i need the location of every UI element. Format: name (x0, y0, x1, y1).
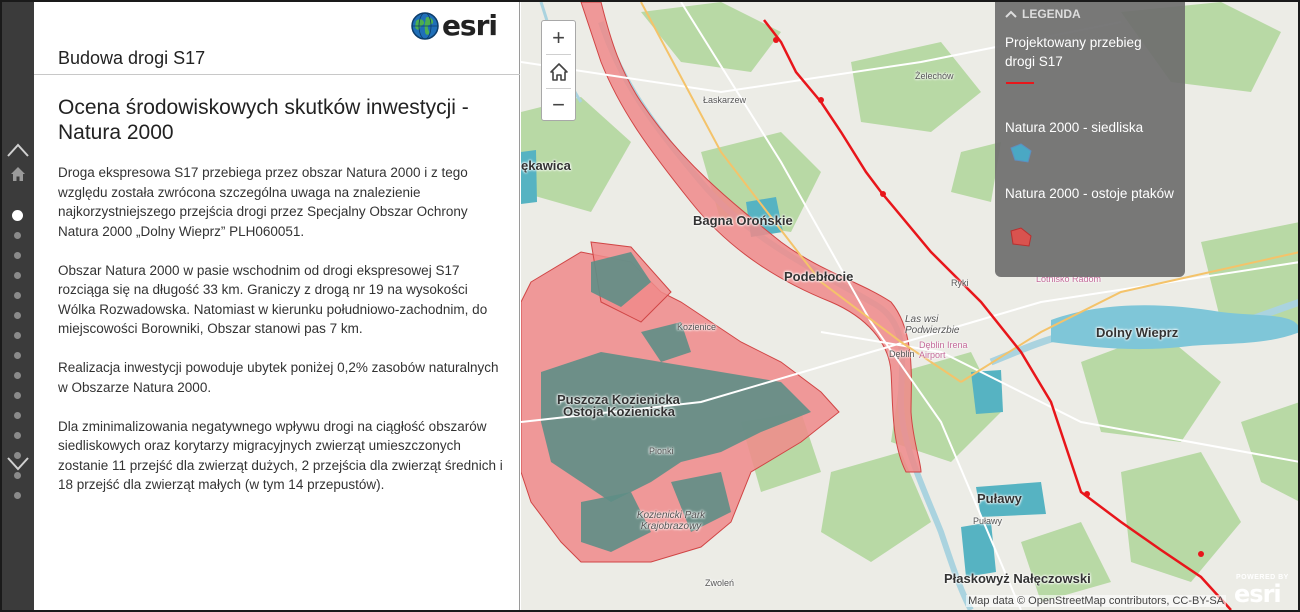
label-podeblocie: Podebłocie (784, 269, 854, 284)
zoom-in-button[interactable]: + (542, 21, 575, 54)
label-dolny-wieprz: Dolny Wieprz (1096, 325, 1179, 340)
legend-item-habitat: Natura 2000 - siedliska (1005, 120, 1144, 135)
label-pulawy-town: Puławy (973, 516, 1003, 526)
legend-habitat-swatch (1010, 143, 1032, 163)
section-dot-7[interactable] (14, 332, 21, 339)
story-map-frame: esri Budowa drogi S17 Ocena środowiskowy… (0, 0, 1300, 612)
section-heading: Ocena środowiskowych skutków inwestycji … (58, 96, 469, 144)
section-dot-12[interactable] (14, 432, 21, 439)
esri-logo[interactable]: esri (411, 9, 498, 42)
legend-route-swatch (1006, 82, 1034, 84)
section-dot-3[interactable] (14, 252, 21, 259)
chevron-up-icon (1005, 10, 1017, 18)
paragraph-2: Obszar Natura 2000 w pasie wschodnim od … (58, 262, 488, 337)
section-dot-8[interactable] (14, 352, 21, 359)
paragraph-1: Droga ekspresowa S17 przebiega przez obs… (58, 165, 468, 239)
legend-title: LEGENDA (1022, 7, 1081, 21)
label-bagna-oronskie: Bagna Orońskie (693, 213, 793, 228)
legend-birds-swatch (1010, 227, 1032, 247)
zoom-control: + − (541, 20, 576, 121)
label-ryki: Ryki (951, 278, 969, 288)
label-kozienicki-park: Kozienicki Park Krajobrazowy (636, 510, 706, 532)
legend-panel: LEGENDA Projektowany przebieg drogi S17 … (995, 2, 1185, 277)
home-icon (549, 62, 568, 81)
home-extent-button[interactable] (542, 55, 575, 88)
paragraph-4: Dla zminimalizowania negatywnego wpływu … (58, 418, 503, 493)
powered-by-esri[interactable]: POWERED BY esri (1232, 574, 1294, 608)
powered-logo: esri (1234, 580, 1282, 608)
section-dot-1[interactable] (12, 210, 23, 221)
paragraph-3: Realizacja inwestycji powoduje ubytek po… (58, 360, 499, 395)
label-deblin-airport: Dęblin Irena Airport (919, 340, 968, 360)
label-plaskowyz-naleczowski: Płaskowyż Nałęczowski (944, 571, 1091, 586)
legend-item-route: Projektowany przebieg drogi S17 (1005, 35, 1142, 69)
section-dot-9[interactable] (14, 372, 21, 379)
globe-icon (411, 12, 439, 40)
label-zelechow: Żelechów (915, 71, 954, 81)
story-panel: esri Budowa drogi S17 Ocena środowiskowy… (34, 2, 520, 610)
section-dot-4[interactable] (14, 272, 21, 279)
nav-up-chevron-icon[interactable] (6, 142, 30, 160)
label-las-podwierzbie: Las wsi Podwierzbie (905, 314, 960, 336)
label-deblin: Dęblin (889, 349, 915, 359)
section-body: Droga ekspresowa S17 przebiega przez obs… (58, 163, 508, 514)
label-ostoja-kozienicka: Ostoja Kozienicka (563, 404, 675, 419)
label-wekawica: ękawica (521, 158, 571, 173)
label-laskarzew: Łaskarzew (703, 95, 747, 105)
label-pulawy-area: Puławy (977, 491, 1022, 506)
map-view[interactable]: ękawica Bagna Orońskie Podebłocie Dolny … (521, 2, 1298, 610)
logo-wordmark: esri (441, 9, 498, 42)
zoom-out-button[interactable]: − (542, 88, 575, 121)
app-title: Budowa drogi S17 (58, 48, 206, 68)
section-dot-11[interactable] (14, 412, 21, 419)
label-kozienice: Kozienice (677, 322, 717, 332)
nav-down-chevron-icon[interactable] (6, 456, 30, 474)
home-icon[interactable] (10, 166, 26, 182)
section-nav-rail (2, 2, 34, 610)
section-dot-6[interactable] (14, 312, 21, 319)
section-dot-5[interactable] (14, 292, 21, 299)
section-dot-2[interactable] (14, 232, 21, 239)
section-dot-10[interactable] (14, 392, 21, 399)
title-divider (34, 74, 520, 75)
map-attribution[interactable]: Map data © OpenStreetMap contributors, C… (966, 595, 1226, 607)
label-pionki: Pionki (649, 446, 674, 456)
label-zwolen: Zwoleń (705, 578, 735, 588)
section-dot-15[interactable] (14, 492, 21, 499)
legend-toggle[interactable]: LEGENDA (1005, 7, 1081, 21)
legend-item-birds: Natura 2000 - ostoje ptaków (1005, 186, 1174, 201)
